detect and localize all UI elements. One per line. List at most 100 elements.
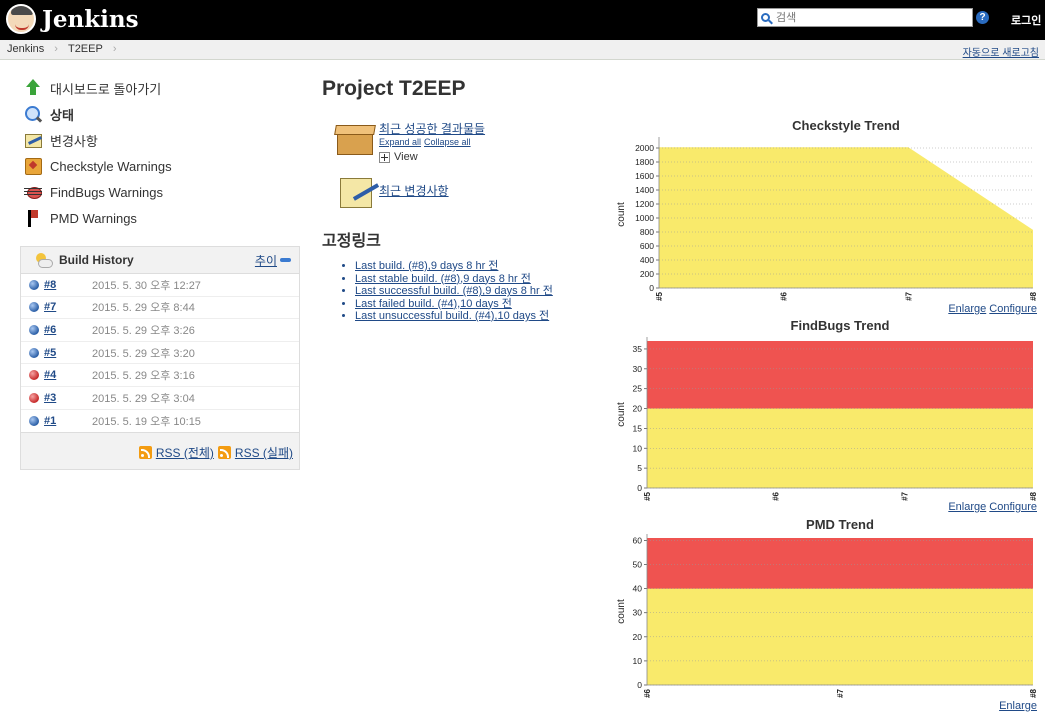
view-label: View [394, 151, 418, 163]
y-tick-label: 15 [633, 423, 643, 433]
rss-icon [217, 446, 231, 459]
list-item: Last successful build. (#8),9 days 8 hr … [355, 285, 553, 298]
side-panel-tasks: 대시보드로 돌아가기 상태 변경사항 Checkstyle Warnings F… [24, 75, 172, 231]
help-icon[interactable]: ? [976, 11, 989, 24]
checkstyle-trend-chart[interactable]: Checkstyle Trend 0 200 400 600 800 1000 1200 140… [614, 116, 1045, 302]
task-label: 대시보드로 돌아가기 [50, 81, 162, 97]
jenkins-logo[interactable]: Jenkins [6, 4, 139, 34]
findbugs-trend-chart[interactable]: FindBugs Trend 0 5 10 15 20 25 30 35 #5 #6 #7 #8 coun… [614, 316, 1045, 502]
task-status[interactable]: 상태 [24, 101, 172, 127]
enlarge-link[interactable]: Enlarge [948, 303, 986, 315]
x-tick-label: #7 [836, 688, 845, 697]
checkstyle-trend: Checkstyle Trend 0 200 400 600 800 1000 1200 140… [614, 116, 1045, 315]
task-back-to-dashboard[interactable]: 대시보드로 돌아가기 [24, 75, 172, 101]
y-tick-label: 20 [633, 632, 643, 642]
login-link[interactable]: 로그인 [1011, 12, 1041, 28]
build-number-link[interactable]: #1 [44, 415, 92, 427]
x-tick-label: #6 [772, 491, 781, 500]
build-list: #8 2015. 5. 30 오후 12:27 #7 2015. 5. 29 오… [21, 273, 299, 434]
build-row: #3 2015. 5. 29 오후 3:04 [21, 387, 299, 410]
header-bar: Jenkins ? 로그인 [0, 0, 1045, 40]
rss-all-link[interactable]: RSS (전체) [156, 444, 214, 461]
configure-link[interactable]: Configure [989, 501, 1037, 513]
y-axis-label: count [616, 402, 627, 427]
collapse-all-link[interactable]: Collapse all [424, 137, 471, 147]
task-label: PMD Warnings [50, 210, 137, 226]
enlarge-link[interactable]: Enlarge [948, 501, 986, 513]
search-box[interactable] [757, 8, 973, 27]
permalink-last-build[interactable]: Last build. (#8),9 days 8 hr 전 [355, 260, 498, 272]
build-number-link[interactable]: #4 [44, 369, 92, 381]
status-ball-icon [29, 302, 39, 313]
y-tick-label: 5 [637, 463, 642, 473]
x-tick-label: #7 [900, 491, 909, 500]
y-tick-label: 200 [640, 269, 654, 279]
list-item: Last build. (#8),9 days 8 hr 전 [355, 260, 553, 273]
last-successful-artifacts-link[interactable]: 최근 성공한 결과물들 [379, 120, 485, 137]
page-title: Project T2EEP [322, 77, 466, 100]
collapse-icon[interactable] [280, 258, 291, 262]
expand-all-link[interactable]: Expand all [379, 137, 421, 147]
rss-links: RSS (전체) RSS (실패) [138, 444, 293, 461]
y-axis-label: count [616, 599, 627, 624]
series-area [659, 147, 1033, 288]
build-row: #1 2015. 5. 19 오후 10:15 [21, 410, 299, 433]
recent-changes-link[interactable]: 최근 변경사항 [379, 182, 449, 199]
view-tree-item[interactable]: View [379, 151, 418, 163]
breadcrumb-item-jenkins[interactable]: Jenkins [7, 43, 44, 55]
status-ball-icon [29, 415, 39, 426]
chart-title: Checkstyle Trend [792, 118, 900, 133]
build-number-link[interactable]: #8 [44, 279, 92, 291]
build-date: 2015. 5. 30 오후 12:27 [92, 279, 201, 292]
y-tick-label: 2000 [635, 143, 654, 153]
task-checkstyle-warnings[interactable]: Checkstyle Warnings [24, 153, 172, 179]
task-changes[interactable]: 변경사항 [24, 127, 172, 153]
build-row: #7 2015. 5. 29 오후 8:44 [21, 297, 299, 320]
package-icon [335, 121, 375, 155]
y-tick-label: 1400 [635, 185, 654, 195]
build-number-link[interactable]: #3 [44, 392, 92, 404]
breadcrumb: Jenkins › T2EEP › [7, 43, 117, 55]
permalink-last-failed-build[interactable]: Last failed build. (#4),10 days 전 [355, 298, 512, 310]
task-findbugs-warnings[interactable]: FindBugs Warnings [24, 179, 172, 205]
auto-refresh-link[interactable]: 자동으로 새로고침 [963, 44, 1039, 59]
build-date: 2015. 5. 29 오후 3:26 [92, 324, 195, 337]
breadcrumb-separator[interactable]: › [113, 43, 117, 55]
build-row: #4 2015. 5. 29 오후 3:16 [21, 364, 299, 387]
y-tick-label: 600 [640, 241, 654, 251]
y-tick-label: 400 [640, 255, 654, 265]
task-label: 변경사항 [50, 133, 98, 149]
breadcrumb-item-project[interactable]: T2EEP [68, 43, 103, 55]
y-tick-label: 25 [633, 384, 643, 394]
y-tick-label: 1600 [635, 171, 654, 181]
permalink-last-unsuccessful-build[interactable]: Last unsuccessful build. (#4),10 days 전 [355, 310, 549, 322]
chart-title: PMD Trend [806, 517, 874, 532]
expand-collapse-links: Expand all Collapse all [379, 137, 471, 147]
build-date: 2015. 5. 29 오후 3:16 [92, 370, 195, 383]
rss-failed-link[interactable]: RSS (실패) [235, 444, 293, 461]
findbugs-trend: FindBugs Trend 0 5 10 15 20 25 30 35 #5 #6 #7 #8 coun… [614, 316, 1045, 513]
enlarge-link[interactable]: Enlarge [999, 700, 1037, 712]
expand-plus-icon[interactable] [379, 151, 390, 163]
search-input[interactable] [774, 10, 968, 25]
y-axis-label: count [616, 202, 627, 227]
permalink-last-stable-build[interactable]: Last stable build. (#8),9 days 8 hr 전 [355, 273, 531, 285]
trend-link[interactable]: 추이 [255, 252, 277, 269]
permalink-last-successful-build[interactable]: Last successful build. (#8),9 days 8 hr … [355, 285, 553, 297]
build-number-link[interactable]: #5 [44, 347, 92, 359]
build-number-link[interactable]: #7 [44, 301, 92, 313]
jenkins-butler-icon [6, 4, 36, 34]
task-label: 상태 [50, 107, 74, 123]
y-tick-label: 35 [633, 344, 643, 354]
rss-icon [138, 446, 152, 459]
pmd-trend: PMD Trend 0 10 20 30 40 50 60 #6 #7 #8 count Enlarg… [614, 515, 1045, 712]
y-tick-label: 20 [633, 404, 643, 414]
task-pmd-warnings[interactable]: PMD Warnings [24, 205, 172, 231]
pmd-trend-chart[interactable]: PMD Trend 0 10 20 30 40 50 60 #6 #7 #8 count [614, 515, 1045, 699]
x-tick-label: #8 [1029, 291, 1038, 300]
build-number-link[interactable]: #6 [44, 324, 92, 336]
task-label: Checkstyle Warnings [50, 158, 172, 174]
y-tick-label: 1000 [635, 213, 654, 223]
configure-link[interactable]: Configure [989, 303, 1037, 315]
chart-title: FindBugs Trend [791, 318, 890, 333]
